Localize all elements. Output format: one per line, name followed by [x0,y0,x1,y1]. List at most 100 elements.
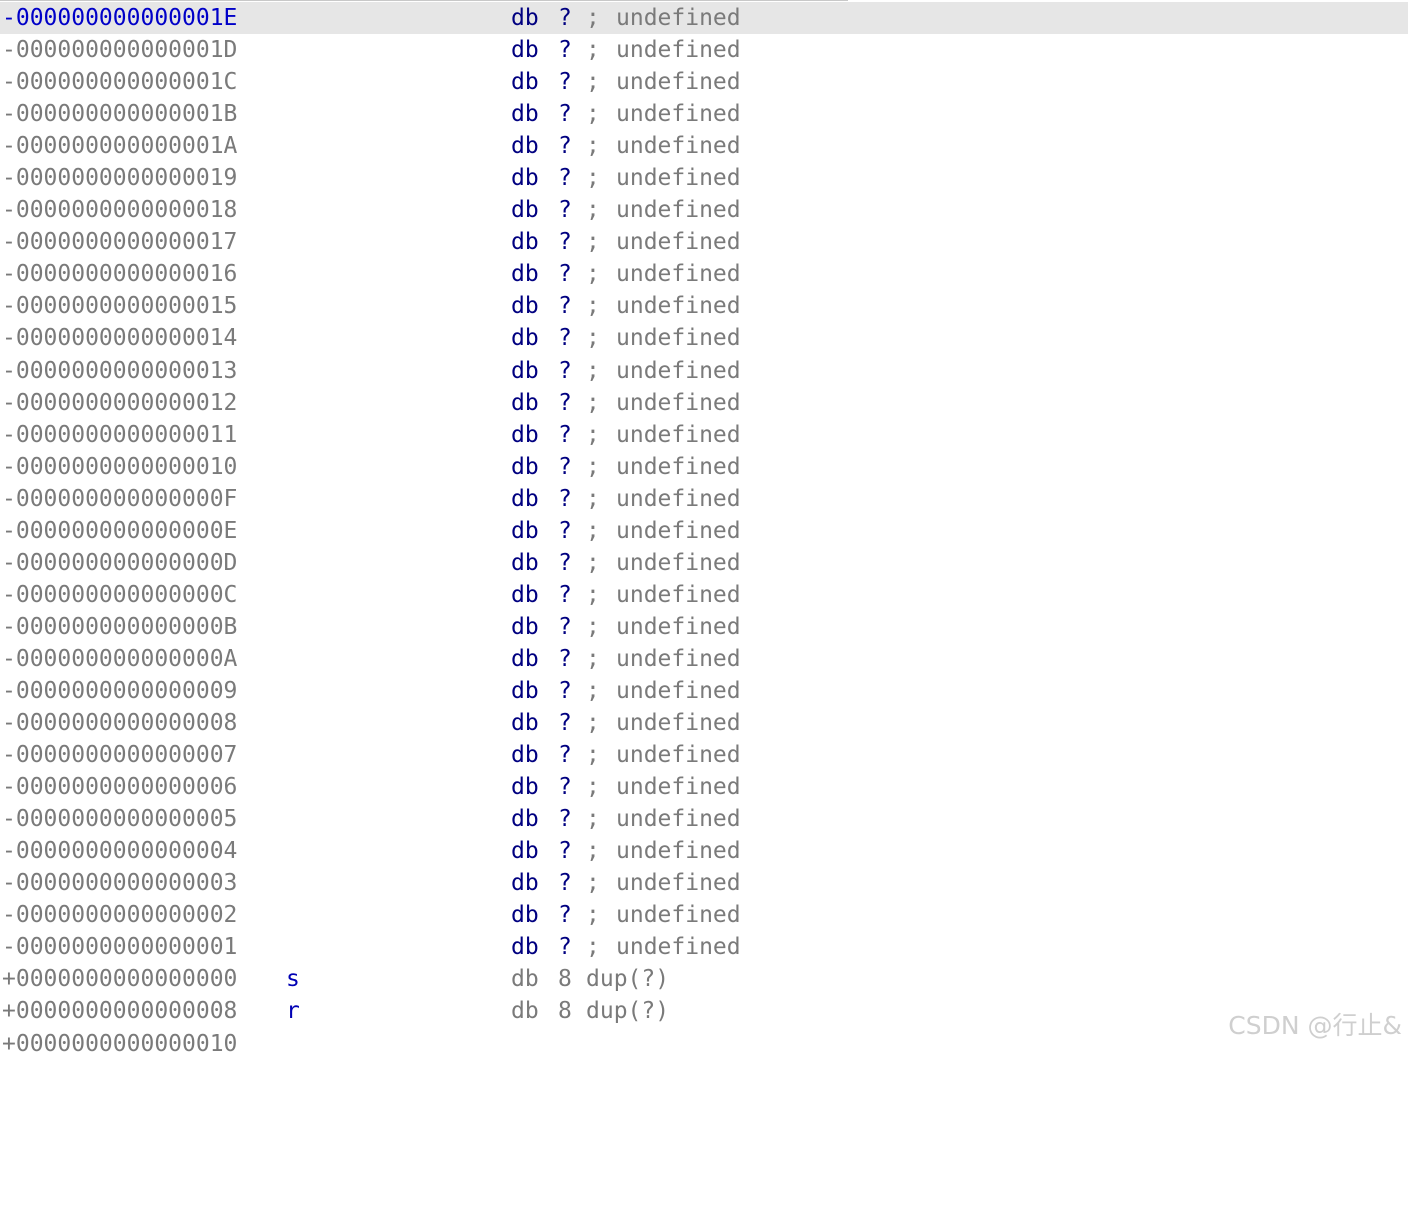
row-directive[interactable]: db [511,675,539,707]
listing-row-end[interactable]: +0000000000000010 [0,1028,1408,1060]
row-offset[interactable]: -0000000000000006 [2,771,237,803]
row-value[interactable]: 8 [558,963,572,995]
row-value[interactable]: ? [558,98,572,130]
row-directive[interactable]: db [511,258,539,290]
listing-row[interactable]: -000000000000000A db ? ; undefined [0,643,1408,675]
row-value[interactable]: ? [558,226,572,258]
row-directive[interactable]: db [511,803,539,835]
row-value[interactable]: ? [558,579,572,611]
listing-row[interactable]: -0000000000000019 db ? ; undefined [0,162,1408,194]
row-directive[interactable]: db [511,611,539,643]
row-offset[interactable]: -000000000000001C [2,66,237,98]
row-value[interactable]: ? [558,290,572,322]
row-value[interactable]: ? [558,2,572,34]
listing-row[interactable]: -0000000000000015 db ? ; undefined [0,290,1408,322]
listing-row[interactable]: -0000000000000001 db ? ; undefined [0,931,1408,963]
row-value[interactable]: ? [558,451,572,483]
listing-row[interactable]: -0000000000000005 db ? ; undefined [0,803,1408,835]
listing-row[interactable]: -000000000000000F db ? ; undefined [0,483,1408,515]
listing-row[interactable]: -0000000000000016 db ? ; undefined [0,258,1408,290]
listing-row[interactable]: -0000000000000006 db ? ; undefined [0,771,1408,803]
row-offset[interactable]: -0000000000000001 [2,931,237,963]
listing-row[interactable]: -000000000000000B db ? ; undefined [0,611,1408,643]
row-directive[interactable]: db [511,835,539,867]
row-value[interactable]: ? [558,771,572,803]
row-dup-expression[interactable]: dup(?) [586,995,669,1027]
row-value[interactable]: ? [558,483,572,515]
row-directive[interactable]: db [511,387,539,419]
row-offset[interactable]: -0000000000000018 [2,194,237,226]
row-value[interactable]: ? [558,643,572,675]
listing-row[interactable]: -0000000000000011 db ? ; undefined [0,419,1408,451]
row-offset[interactable]: +0000000000000010 [2,1028,237,1060]
row-offset[interactable]: -0000000000000012 [2,387,237,419]
row-value[interactable]: ? [558,707,572,739]
row-offset[interactable]: -000000000000001B [2,98,237,130]
listing-row[interactable]: -0000000000000013 db ? ; undefined [0,355,1408,387]
row-value[interactable]: ? [558,258,572,290]
row-offset[interactable]: -0000000000000013 [2,355,237,387]
row-offset[interactable]: -0000000000000009 [2,675,237,707]
row-directive[interactable]: db [511,194,539,226]
row-offset[interactable]: +0000000000000008 [2,995,237,1027]
stack-frame-listing[interactable]: -000000000000001E db ? ; undefined -0000… [0,2,1408,1060]
row-offset[interactable]: -0000000000000011 [2,419,237,451]
listing-row[interactable]: -0000000000000002 db ? ; undefined [0,899,1408,931]
row-offset[interactable]: -0000000000000010 [2,451,237,483]
row-directive[interactable]: db [511,226,539,258]
row-directive[interactable]: db [511,643,539,675]
listing-row-selected[interactable]: -000000000000001E db ? ; undefined [0,2,1408,35]
row-offset[interactable]: -0000000000000019 [2,162,237,194]
member-name[interactable]: s [286,963,300,995]
row-offset[interactable]: -0000000000000007 [2,739,237,771]
listing-row[interactable]: -0000000000000010 db ? ; undefined [0,451,1408,483]
row-directive[interactable]: db [511,66,539,98]
row-offset[interactable]: -0000000000000008 [2,707,237,739]
listing-row[interactable]: -0000000000000012 db ? ; undefined [0,387,1408,419]
row-value[interactable]: ? [558,419,572,451]
row-directive[interactable]: db [511,995,539,1027]
row-value[interactable]: ? [558,675,572,707]
row-offset[interactable]: -000000000000001D [2,34,237,66]
listing-row[interactable]: -000000000000000D db ? ; undefined [0,547,1408,579]
listing-row[interactable]: -0000000000000018 db ? ; undefined [0,194,1408,226]
row-directive[interactable]: db [511,707,539,739]
listing-row[interactable]: -000000000000000E db ? ; undefined [0,515,1408,547]
row-value[interactable]: ? [558,899,572,931]
row-value[interactable]: ? [558,835,572,867]
listing-row[interactable]: -0000000000000009 db ? ; undefined [0,675,1408,707]
listing-row-member-r[interactable]: +0000000000000008 r db 8 dup(?) [0,995,1408,1027]
listing-row[interactable]: -000000000000001C db ? ; undefined [0,66,1408,98]
row-value[interactable]: ? [558,194,572,226]
listing-row[interactable]: -000000000000001D db ? ; undefined [0,34,1408,66]
row-directive[interactable]: db [511,899,539,931]
row-value[interactable]: ? [558,547,572,579]
row-value[interactable]: ? [558,867,572,899]
row-offset[interactable]: -0000000000000005 [2,803,237,835]
row-value[interactable]: ? [558,130,572,162]
row-offset[interactable]: -000000000000000F [2,483,237,515]
row-offset[interactable]: -000000000000000D [2,547,237,579]
row-offset[interactable]: -000000000000000E [2,515,237,547]
listing-row[interactable]: -0000000000000014 db ? ; undefined [0,322,1408,354]
row-value[interactable]: 8 [558,995,572,1027]
listing-row[interactable]: -0000000000000004 db ? ; undefined [0,835,1408,867]
listing-row-member-s[interactable]: +0000000000000000 s db 8 dup(?) [0,963,1408,995]
row-value[interactable]: ? [558,739,572,771]
row-directive[interactable]: db [511,547,539,579]
row-directive[interactable]: db [511,290,539,322]
row-value[interactable]: ? [558,34,572,66]
row-offset[interactable]: -0000000000000015 [2,290,237,322]
member-name[interactable]: r [286,995,300,1027]
listing-row[interactable]: -0000000000000017 db ? ; undefined [0,226,1408,258]
row-offset[interactable]: -0000000000000014 [2,322,237,354]
row-offset[interactable]: +0000000000000000 [2,963,237,995]
row-directive[interactable]: db [511,739,539,771]
row-offset[interactable]: -000000000000001A [2,130,237,162]
row-directive[interactable]: db [511,931,539,963]
row-offset[interactable]: -000000000000000B [2,611,237,643]
row-directive[interactable]: db [511,771,539,803]
row-directive[interactable]: db [511,162,539,194]
row-offset[interactable]: -0000000000000017 [2,226,237,258]
listing-row[interactable]: -000000000000001B db ? ; undefined [0,98,1408,130]
